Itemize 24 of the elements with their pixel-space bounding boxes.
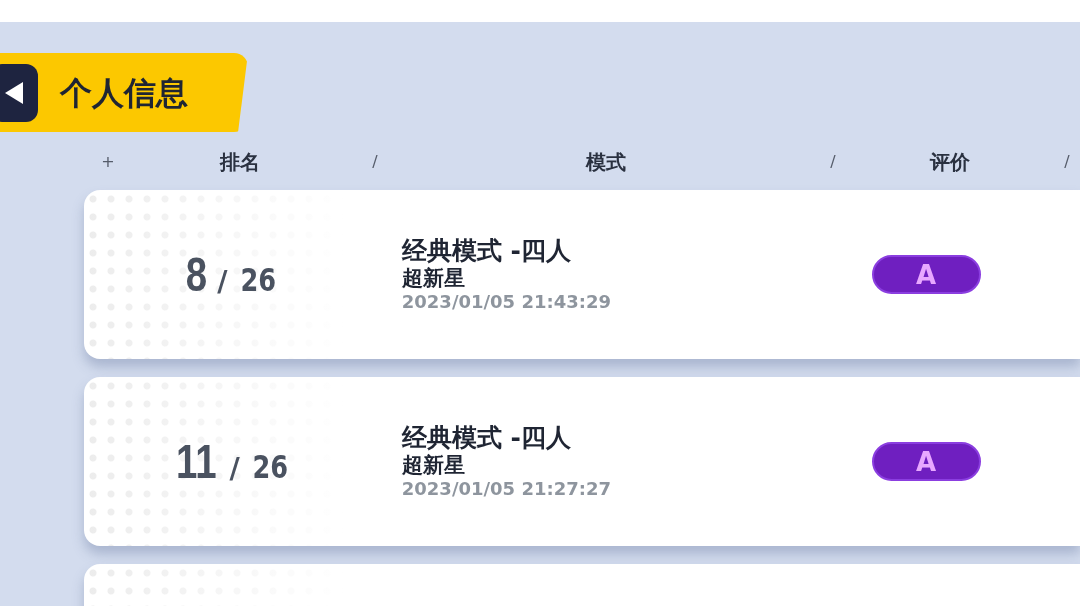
column-header: 排名 <box>218 149 261 176</box>
rank-separator: / <box>217 263 228 300</box>
column-header: 模式 <box>584 149 627 176</box>
column-separator: / <box>371 151 379 173</box>
column-header: 评价 <box>928 149 971 176</box>
player-total: 26 <box>240 259 276 301</box>
tier-name: 超新星 <box>401 266 465 291</box>
rank-number: 8 <box>185 246 207 303</box>
match-time: 2023/01/05 21:43:29 <box>401 291 611 313</box>
match-time: 2023/01/05 21:27:27 <box>401 478 611 500</box>
back-button[interactable] <box>0 63 38 122</box>
column-separator: / <box>829 151 837 173</box>
mode-name: 经典模式 -四人 <box>401 423 571 453</box>
tier-name: 超新星 <box>401 453 465 478</box>
grade-badge: A <box>871 255 981 294</box>
page-title: 个人信息 <box>60 72 188 114</box>
back-icon <box>3 79 25 106</box>
grade-badge: A <box>871 442 981 481</box>
mode-name: 经典模式 -四人 <box>401 236 571 266</box>
column-separator: / <box>1063 151 1071 173</box>
player-total: 26 <box>252 446 288 488</box>
column-separator: + <box>100 151 116 173</box>
rank-separator: / <box>229 450 240 487</box>
rank-number: 11 <box>175 433 217 490</box>
